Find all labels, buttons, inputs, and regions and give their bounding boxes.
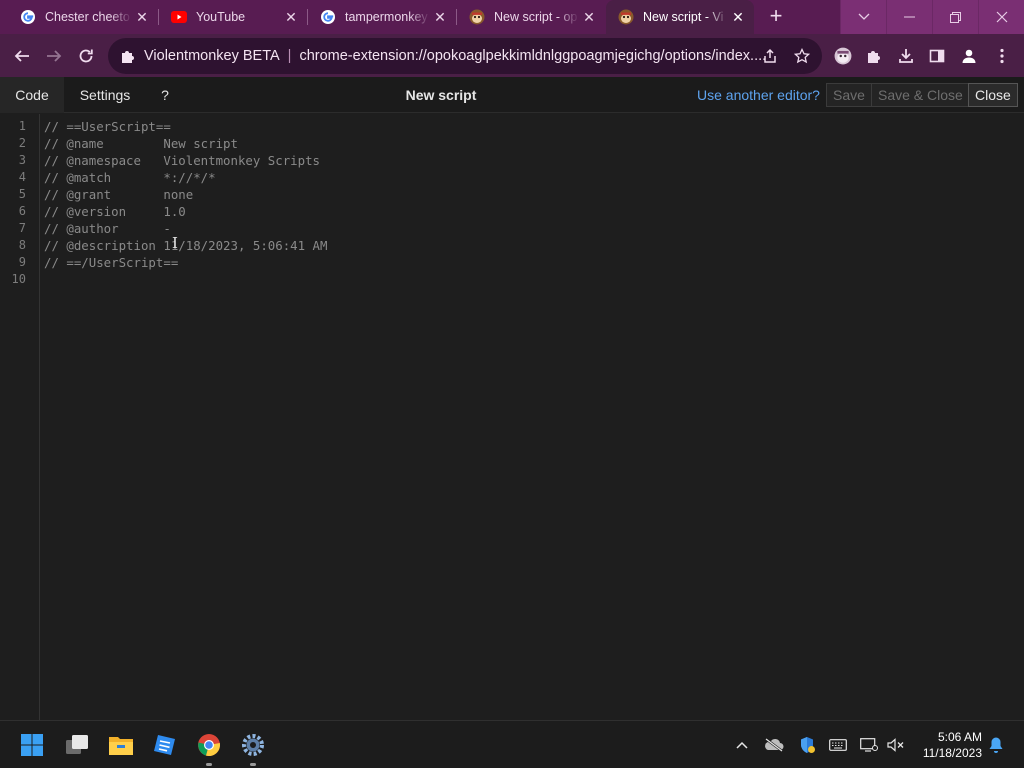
line-number-gutter: 1 2 3 4 5 6 7 8 9 10 [0,114,40,720]
close-button[interactable]: Close [968,83,1018,107]
onedrive-offline-icon[interactable] [764,735,784,755]
line-number: 6 [18,204,26,218]
code-line[interactable]: // @match *://*/* [44,169,216,186]
tab-help[interactable]: ? [150,77,180,113]
file-explorer-icon[interactable] [105,729,137,761]
chevron-up-icon[interactable] [732,735,752,755]
tab-code[interactable]: Code [0,77,64,113]
side-panel-icon[interactable] [926,45,948,67]
line-number: 2 [18,136,26,150]
omnibox-divider: | [287,48,292,64]
browser-tab-2[interactable]: YouTube ✕ [159,0,307,34]
line-number: 7 [18,221,26,235]
code-line[interactable]: // @description 11/18/2023, 5:06:41 AM [44,237,327,254]
forward-arrow-icon[interactable] [40,42,68,70]
close-tab-icon[interactable]: ✕ [132,7,152,27]
puzzle-icon [120,48,136,64]
windows-taskbar: 5:06 AM 11/18/2023 [0,720,1024,768]
new-tab-button[interactable]: + [764,5,788,29]
roblox-studio-icon[interactable] [149,729,181,761]
line-number: 3 [18,153,26,167]
use-another-editor-link[interactable]: Use another editor? [697,77,820,113]
browser-tab-5[interactable]: New script - Vi ✕ [606,0,754,34]
browser-tab-1[interactable]: Chester cheeto ✕ [8,0,158,34]
code-line[interactable]: // @grant none [44,186,193,203]
editor-header: Code Settings ? New script Use another e… [0,77,1024,113]
notification-bell-icon[interactable] [986,735,1006,755]
browser-tab-3[interactable]: tampermonkey ✕ [308,0,456,34]
close-tab-icon[interactable]: ✕ [430,7,450,27]
restore-button[interactable] [932,0,978,34]
reload-icon[interactable] [72,42,100,70]
line-number: 8 [18,238,26,252]
network-display-icon[interactable] [859,735,879,755]
security-shield-icon[interactable] [797,735,817,755]
keyboard-icon[interactable] [828,735,848,755]
code-line[interactable]: // ==/UserScript== [44,254,178,271]
address-bar[interactable]: Violentmonkey BETA | chrome-extension://… [108,38,822,74]
back-arrow-icon[interactable] [8,42,36,70]
download-icon[interactable] [895,45,917,67]
google-icon [20,9,36,25]
line-number: 5 [18,187,26,201]
google-icon [320,9,336,25]
taskbar-clock[interactable]: 5:06 AM 11/18/2023 [912,729,982,761]
save-button[interactable]: Save [826,83,872,107]
window-controls [840,0,1024,34]
close-tab-icon[interactable]: ✕ [728,7,748,27]
violentmonkey-icon [469,9,485,25]
profile-icon[interactable] [958,45,980,67]
tab-title: Chester cheeto [45,10,130,24]
code-line[interactable]: // @version 1.0 [44,203,186,220]
browser-toolbar: Violentmonkey BETA | chrome-extension://… [0,34,1024,77]
code-line[interactable]: // @namespace Violentmonkey Scripts [44,152,320,169]
tab-title: tampermonkey [345,10,428,24]
start-windows-icon[interactable] [16,729,48,761]
violentmonkey-extension-icon[interactable] [832,45,854,67]
save-and-close-button[interactable]: Save & Close [871,83,970,107]
code-line[interactable]: // @name New script [44,135,238,152]
code-editor[interactable]: 1 2 3 4 5 6 7 8 9 10 // ==UserScript== /… [0,114,1024,720]
line-number: 1 [18,119,26,133]
minimize-button[interactable] [886,0,932,34]
running-indicator [206,763,212,766]
page-title: New script [405,87,477,103]
chevron-down-icon[interactable] [840,0,886,34]
code-line[interactable]: // ==UserScript== [44,118,171,135]
tab-title: New script - Vi [643,10,724,24]
site-label: Violentmonkey BETA [144,48,280,64]
url-text[interactable]: chrome-extension://opokoaglpekkimldnlggp… [299,48,769,64]
close-window-button[interactable] [978,0,1024,34]
extensions-puzzle-icon[interactable] [863,45,885,67]
tab-title: YouTube [196,10,246,24]
running-indicator [250,763,256,766]
chrome-icon[interactable] [193,729,225,766]
menu-kebab-icon[interactable] [991,45,1013,67]
tab-settings[interactable]: Settings [64,77,146,113]
browser-tab-4[interactable]: New script - op ✕ [457,0,605,34]
settings-gear-icon[interactable] [237,729,269,766]
volume-muted-icon[interactable] [886,735,906,755]
bookmark-star-icon[interactable] [792,46,812,66]
task-view-icon[interactable] [61,729,93,761]
close-tab-icon[interactable]: ✕ [281,7,301,27]
close-tab-icon[interactable]: ✕ [579,7,599,27]
line-number: 10 [11,272,26,286]
clock-date: 11/18/2023 [922,746,982,760]
line-number: 9 [18,255,26,269]
violentmonkey-icon [618,9,634,25]
youtube-icon [171,9,187,25]
browser-tab-strip: Chester cheeto ✕ YouTube ✕ tampermonkey … [0,0,1024,34]
clock-time: 5:06 AM [937,730,982,744]
tab-title: New script - op [494,10,578,24]
text-cursor-icon: I [172,234,178,252]
code-line[interactable]: // @author - [44,220,171,237]
share-icon[interactable] [760,46,780,66]
line-number: 4 [18,170,26,184]
